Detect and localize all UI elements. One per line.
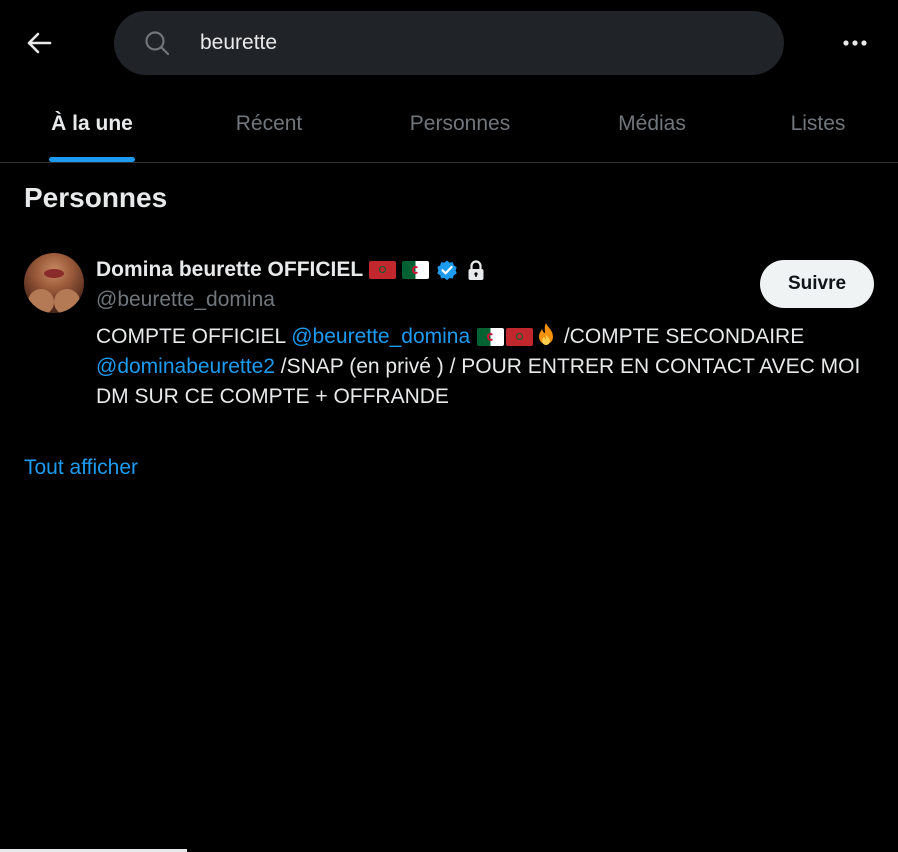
tab-label: À la une <box>51 112 133 135</box>
name-row: Domina beurette OFFICIEL <box>96 255 487 285</box>
avatar[interactable] <box>24 253 84 313</box>
bio-text: COMPTE OFFICIEL <box>96 325 292 348</box>
morocco-flag-icon <box>369 261 397 279</box>
top-bar <box>0 0 898 86</box>
section-title: Personnes <box>24 182 168 213</box>
search-icon <box>145 31 170 56</box>
bio-text: /COMPTE SECONDAIRE <box>558 325 805 348</box>
tab-label: Personnes <box>409 112 511 135</box>
tab-recent[interactable]: Récent <box>222 86 316 162</box>
search-input[interactable] <box>200 25 740 61</box>
mention-link[interactable]: @dominabeurette2 <box>96 355 275 378</box>
user-handle: @beurette_domina <box>96 288 275 311</box>
follow-button[interactable]: Suivre <box>760 260 874 308</box>
arrow-left-icon <box>27 32 52 54</box>
search-box[interactable] <box>114 11 784 75</box>
tab-media[interactable]: Médias <box>606 86 698 162</box>
verified-badge-icon[interactable] <box>435 258 459 282</box>
tab-label: Listes <box>790 112 846 135</box>
display-name[interactable]: Domina beurette OFFICIEL <box>96 258 363 282</box>
tab-label: Récent <box>235 112 303 135</box>
morocco-flag-icon <box>506 328 534 346</box>
tab-label: Médias <box>618 112 686 135</box>
tab-top[interactable]: À la une <box>49 86 135 162</box>
back-button[interactable] <box>20 25 58 61</box>
fire-icon <box>539 323 554 345</box>
show-all-link[interactable]: Tout afficher <box>24 456 138 480</box>
tab-lists[interactable]: Listes <box>780 86 856 162</box>
tab-bar: À la une Récent Personnes Médias Listes <box>0 86 898 163</box>
more-options-button[interactable] <box>836 26 874 60</box>
more-horizontal-icon <box>843 40 867 46</box>
active-tab-indicator <box>49 157 135 162</box>
algeria-flag-icon <box>477 328 505 346</box>
tab-people[interactable]: Personnes <box>396 86 524 162</box>
algeria-flag-icon <box>402 261 430 279</box>
user-bio: COMPTE OFFICIEL @beurette_domina /COMPTE… <box>96 322 876 412</box>
mention-link[interactable]: @beurette_domina <box>291 325 470 348</box>
lock-icon <box>468 260 484 280</box>
user-cell[interactable]: Domina beurette OFFICIEL @beurette_domin… <box>0 240 898 420</box>
